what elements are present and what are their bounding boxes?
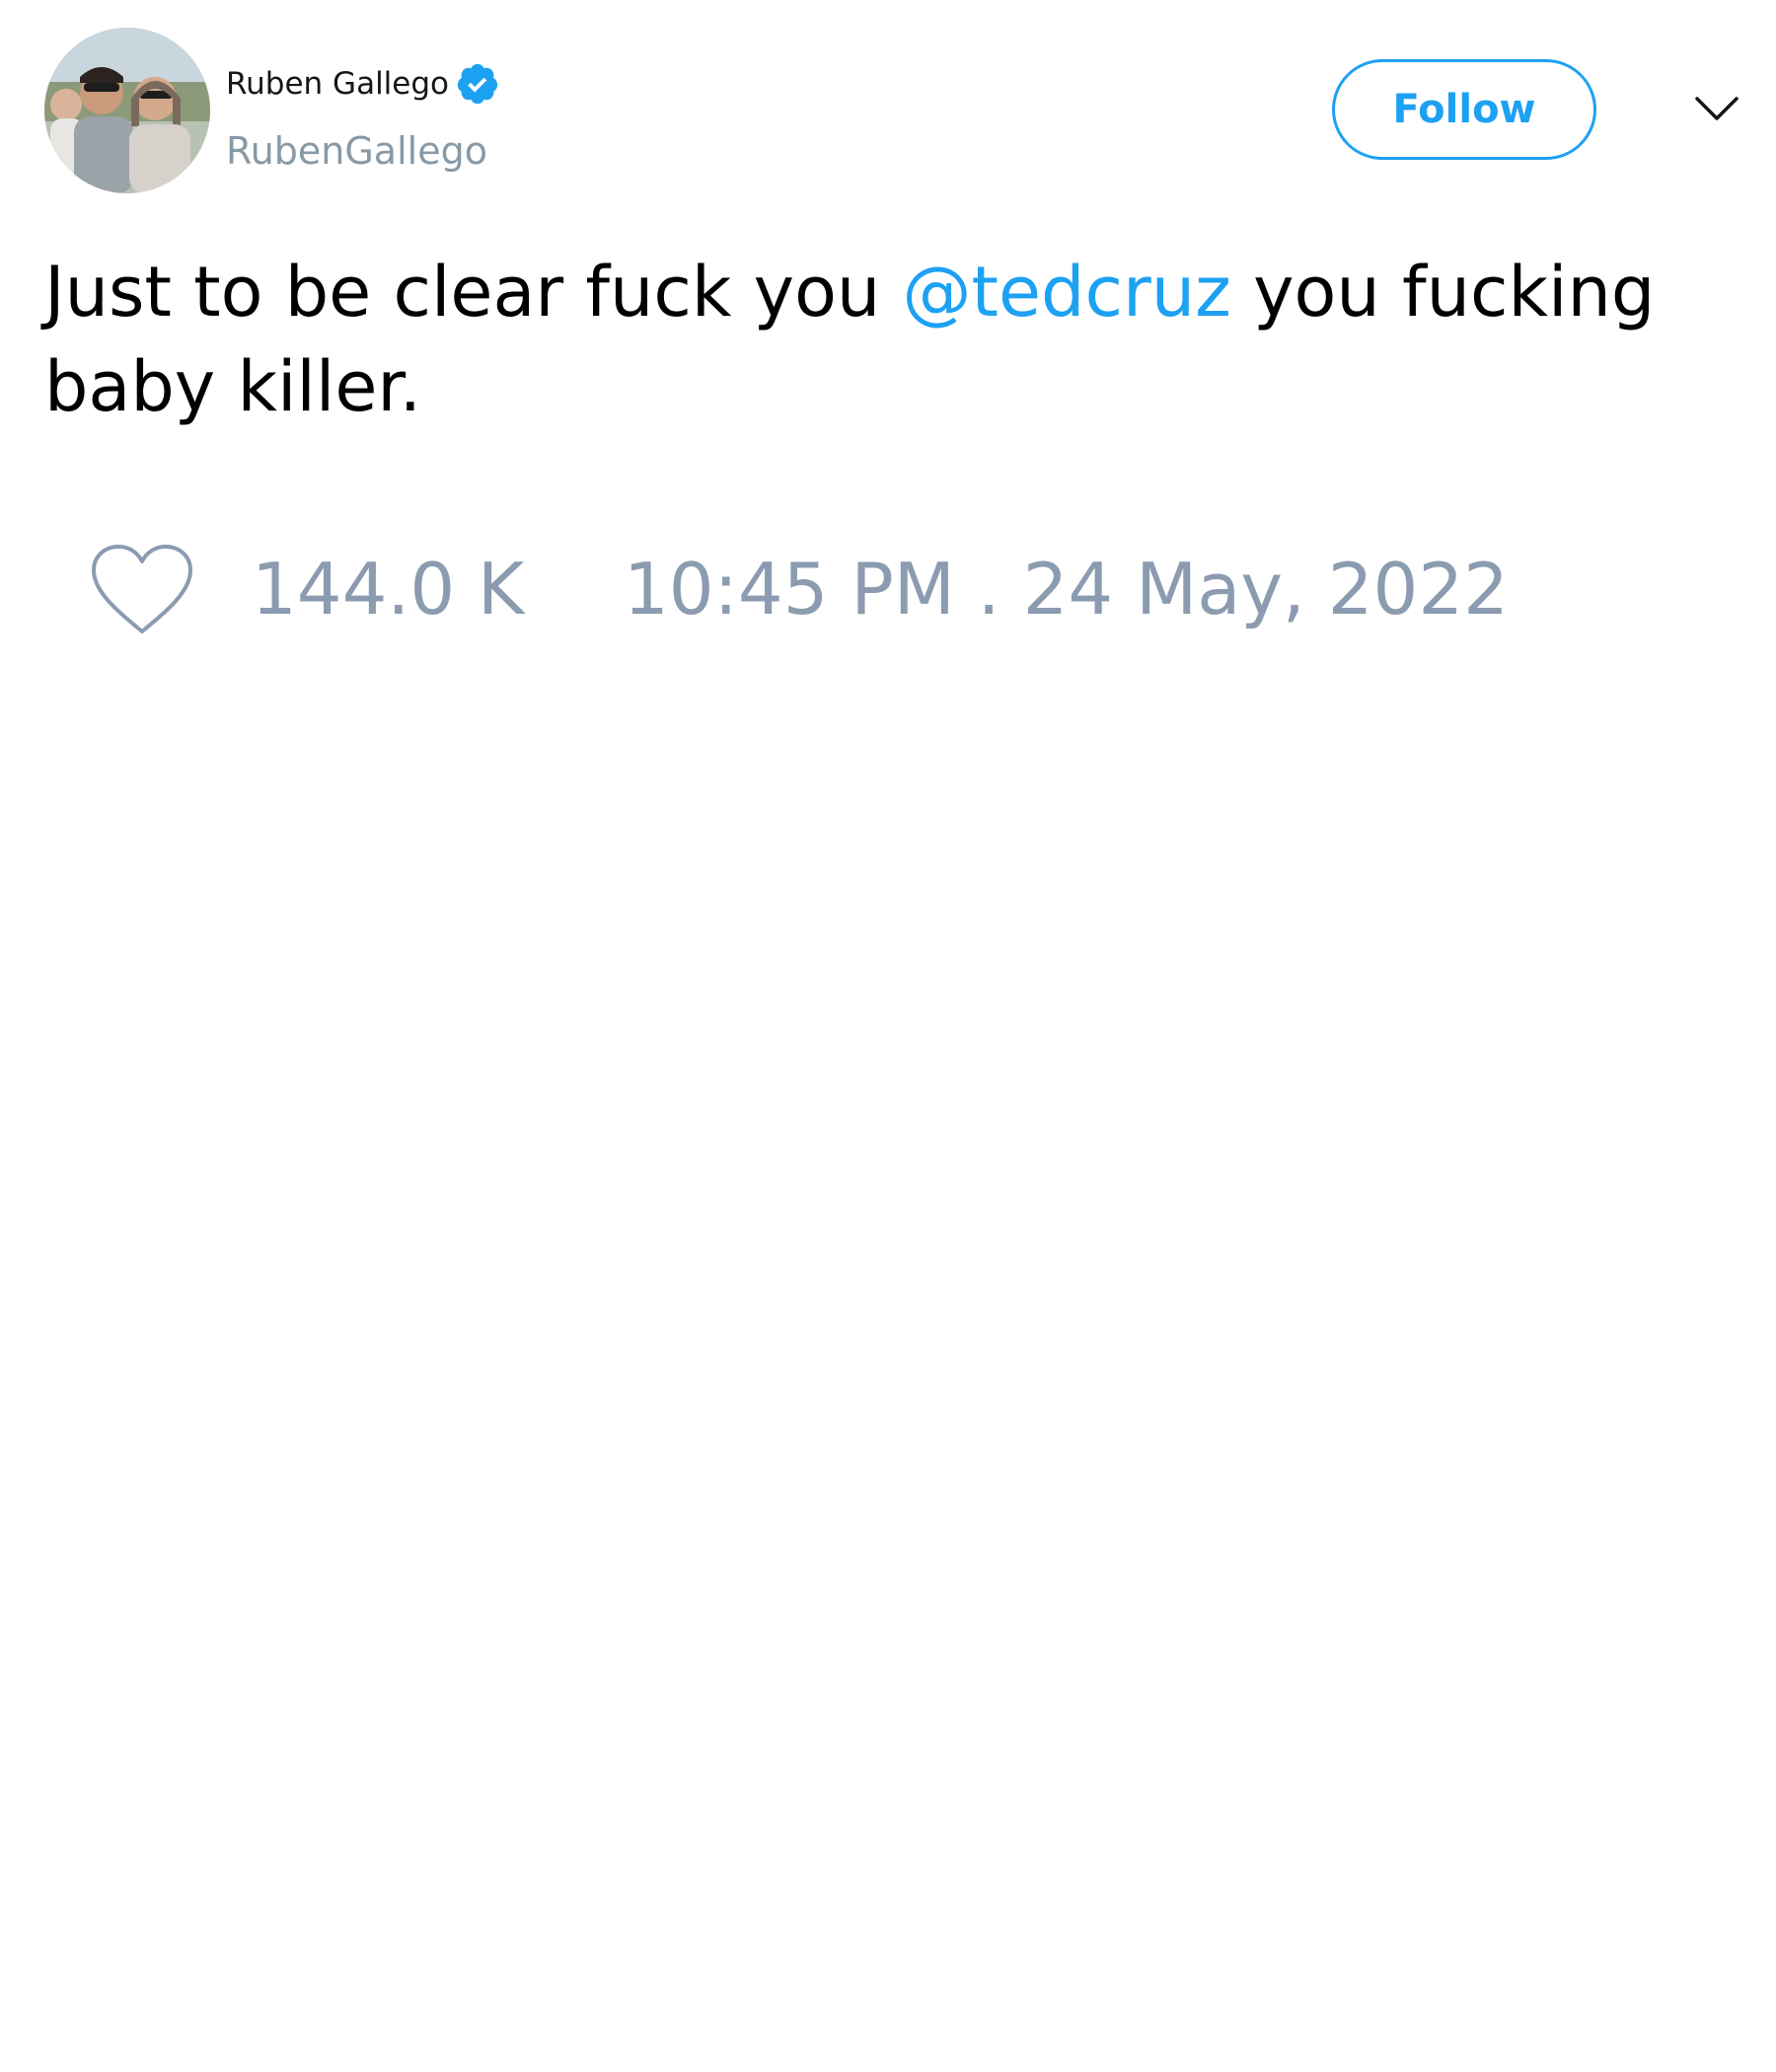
tweet-text-part: Just to be clear fuck you [44,252,903,333]
avatar[interactable] [44,28,210,193]
chevron-down-icon[interactable] [1693,89,1740,128]
author-display-name[interactable]: Ruben Gallego [226,61,500,107]
tweet-text: Just to be clear fuck you @tedcruz you f… [44,245,1722,434]
tweet-timestamp[interactable]: 10:45 PM . 24 May, 2022 [624,545,1509,633]
mention-link[interactable]: @tedcruz [903,252,1231,333]
author-name-text: Ruben Gallego [226,66,450,102]
like-count: 144.0 K [252,548,525,630]
follow-button[interactable]: Follow [1332,59,1596,160]
heart-icon[interactable] [89,543,195,639]
avatar-photo-icon [44,28,210,193]
author-handle[interactable]: RubenGallego [226,128,487,174]
verified-badge-icon [457,63,498,105]
